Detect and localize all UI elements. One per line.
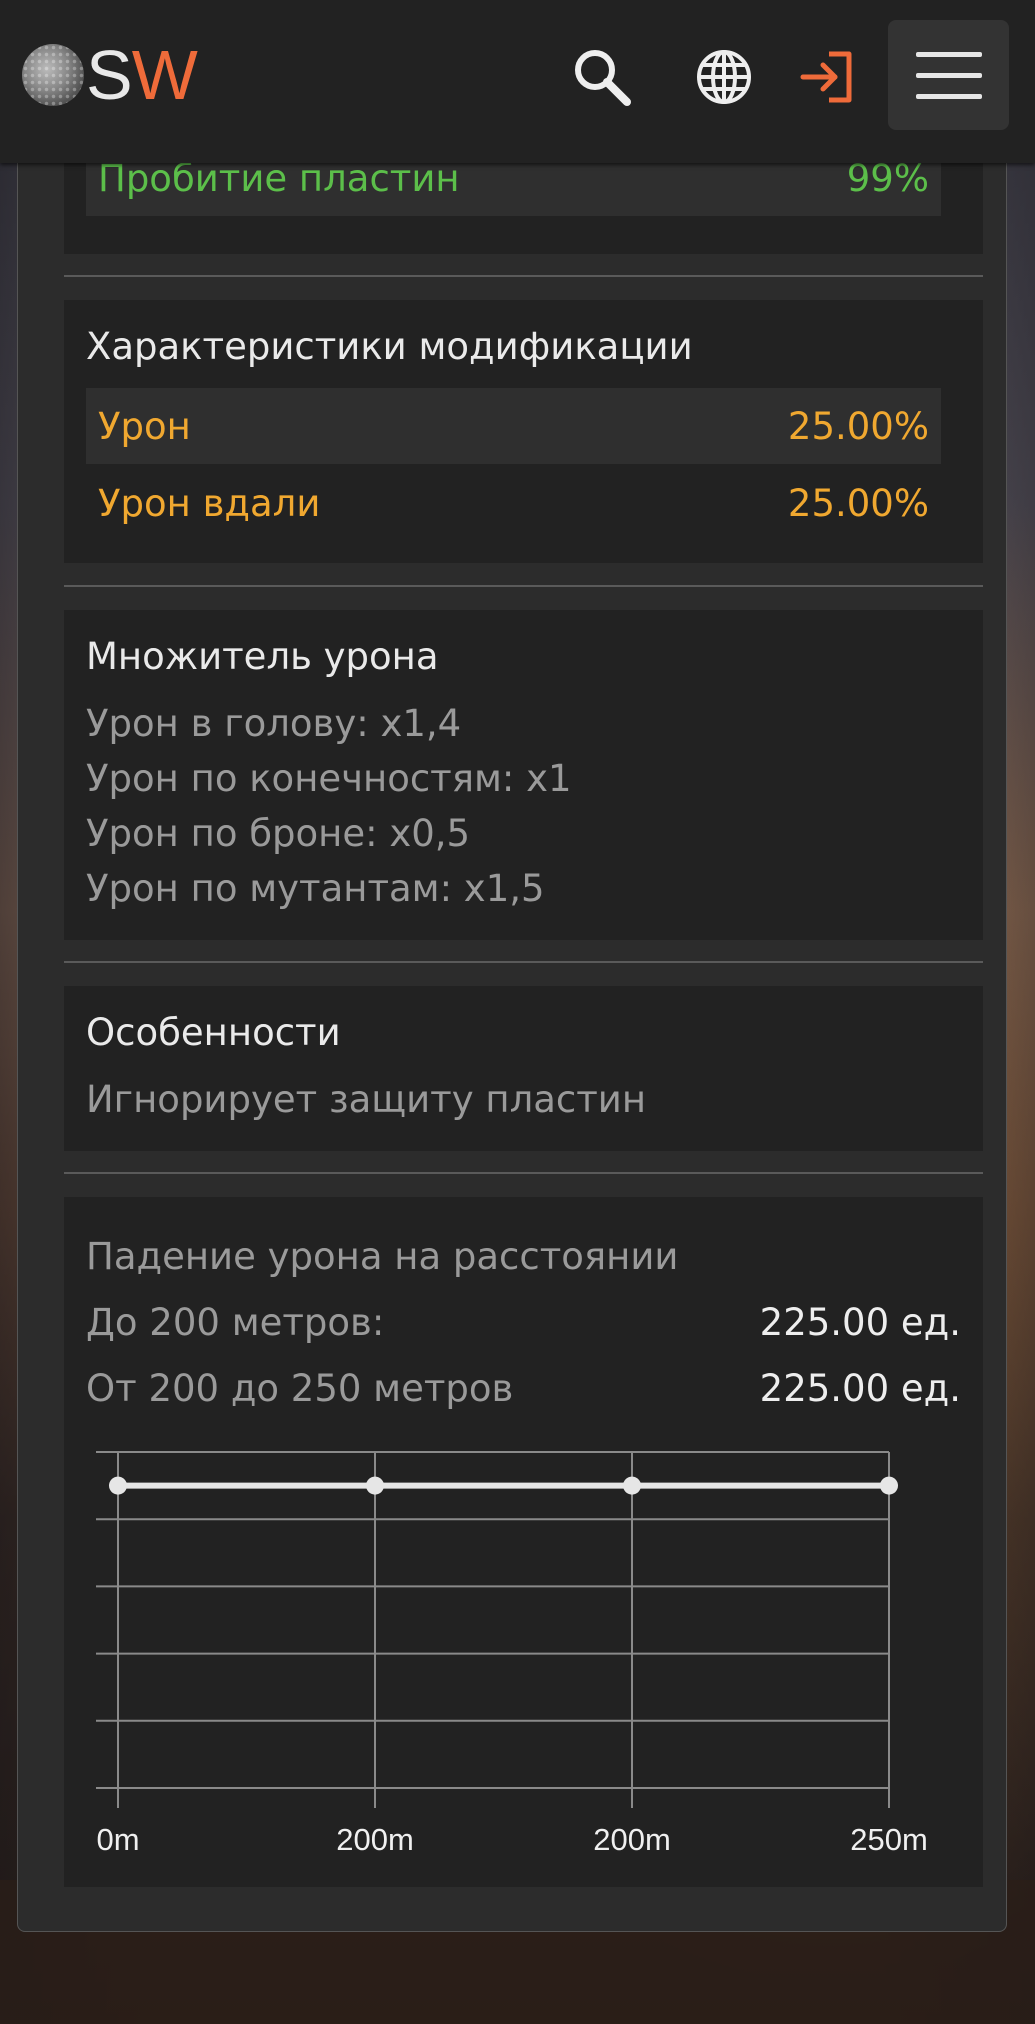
language-button[interactable] bbox=[689, 42, 759, 112]
feature-text: Игнорирует защиту пластин bbox=[86, 1078, 647, 1121]
section-divider bbox=[64, 275, 983, 277]
chart-point bbox=[366, 1476, 384, 1495]
logo-text: SW bbox=[86, 40, 198, 110]
features-card: Особенности Игнорирует защиту пластин bbox=[64, 986, 983, 1151]
menu-icon-bar bbox=[915, 72, 982, 78]
chart-point bbox=[880, 1476, 898, 1495]
chart-x-tick-label: 250m bbox=[850, 1822, 928, 1857]
logo-letter-w: W bbox=[131, 36, 198, 114]
chart-x-tick-label: 200m bbox=[593, 1822, 671, 1857]
section-divider bbox=[64, 961, 983, 963]
menu-button[interactable] bbox=[888, 20, 1009, 130]
site-logo[interactable]: SW bbox=[22, 40, 198, 110]
modification-card: Характеристики модификации Урон 25.00% У… bbox=[64, 300, 983, 563]
stat-row: Урон вдали 25.00% bbox=[86, 465, 941, 541]
damage-multiplier-card: Множитель урона Урон в голову: x1,4 Урон… bbox=[64, 610, 983, 940]
multiplier-line: Урон в голову: x1,4 bbox=[86, 702, 462, 745]
chart-point bbox=[109, 1476, 127, 1495]
chart-x-tick-label: 0m bbox=[96, 1822, 139, 1857]
card-title: Особенности bbox=[86, 1011, 341, 1054]
card-title: Характеристики модификации bbox=[86, 325, 693, 368]
section-divider bbox=[64, 585, 983, 587]
stat-label: Урон вдали bbox=[98, 481, 321, 525]
multiplier-line: Урон по конечностям: x1 bbox=[86, 757, 572, 800]
stat-value: 25.00% bbox=[787, 404, 929, 448]
card-title: Множитель урона bbox=[86, 635, 439, 678]
damage-falloff-card: Падение урона на расстоянии До 200 метро… bbox=[64, 1197, 983, 1887]
logo-letter-s: S bbox=[86, 36, 133, 114]
login-button[interactable] bbox=[793, 42, 863, 112]
stat-value: 25.00% bbox=[787, 481, 929, 525]
logo-emblem-icon bbox=[22, 44, 84, 106]
login-icon bbox=[800, 51, 852, 103]
section-divider bbox=[64, 1172, 983, 1174]
search-icon bbox=[575, 50, 631, 106]
stat-row: Урон 25.00% bbox=[86, 388, 941, 464]
multiplier-line: Урон по мутантам: x1,5 bbox=[86, 867, 545, 910]
chart-point bbox=[623, 1476, 641, 1495]
globe-icon bbox=[697, 50, 751, 104]
top-navbar: SW bbox=[0, 0, 1035, 163]
search-button[interactable] bbox=[567, 42, 637, 112]
multiplier-line: Урон по броне: x0,5 bbox=[86, 812, 471, 855]
weapon-stats-panel: Пробитие пластин 99% Характеристики моди… bbox=[17, 140, 1007, 1932]
stat-label: Урон bbox=[98, 404, 191, 448]
menu-icon bbox=[915, 51, 982, 57]
chart-x-tick-label: 200m bbox=[336, 1822, 414, 1857]
menu-icon-bar bbox=[915, 93, 982, 99]
damage-falloff-chart: 0m 200m 200m 250m bbox=[96, 1451, 928, 1857]
